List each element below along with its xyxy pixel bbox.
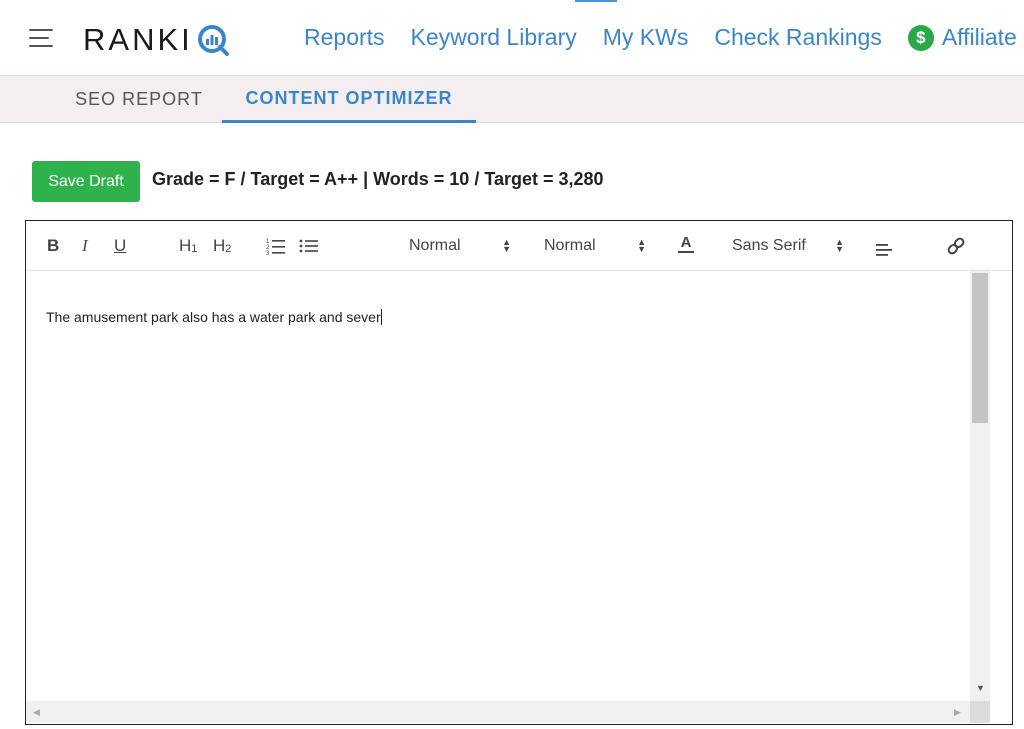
font-select[interactable]: Sans Serif ▲ ▼ <box>732 235 844 257</box>
nav-affiliate-link[interactable]: $ Affiliate <box>907 24 1017 51</box>
text-cursor <box>380 309 382 325</box>
font-select-value: Sans Serif <box>732 237 806 254</box>
tab-seo-report[interactable]: SEO REPORT <box>56 76 222 123</box>
content-editor: B I U H1 H2 1 2 3 Normal ▲ ▼ Normal ▲ ▼ … <box>25 220 1013 725</box>
link-icon[interactable] <box>946 235 966 257</box>
scroll-left-icon[interactable]: ◀ <box>33 707 40 718</box>
chevron-updown-icon: ▲ ▼ <box>835 237 844 254</box>
bold-button[interactable]: B <box>47 235 59 257</box>
tab-content-optimizer[interactable]: CONTENT OPTIMIZER <box>222 76 476 123</box>
text-color-underline <box>678 251 694 253</box>
size-select[interactable]: Normal ▲ ▼ <box>409 235 511 257</box>
nav-keyword-library-link[interactable]: Keyword Library <box>411 24 577 51</box>
affiliate-label: Affiliate <box>941 24 1017 50</box>
italic-button[interactable]: I <box>82 235 88 257</box>
nav-check-rankings-link[interactable]: Check Rankings <box>714 24 881 51</box>
header-select-value: Normal <box>544 237 596 254</box>
text-color-icon[interactable]: A <box>678 235 694 257</box>
scroll-right-icon[interactable]: ▶ <box>954 707 961 718</box>
dollar-icon: $ <box>907 24 934 51</box>
chevron-updown-icon: ▲ ▼ <box>502 237 511 254</box>
nav-my-kws-link[interactable]: My KWs <box>603 24 689 51</box>
bullet-list-icon[interactable] <box>299 235 319 257</box>
editor-text: The amusement park also has a water park… <box>46 309 381 325</box>
horizontal-scrollbar[interactable] <box>26 701 970 723</box>
size-select-value: Normal <box>409 237 461 254</box>
logo-text: RANKI <box>83 22 193 57</box>
grade-word-status: Grade = F / Target = A++ | Words = 10 / … <box>152 169 604 189</box>
underline-button[interactable]: U <box>114 235 126 257</box>
heading-1-button[interactable]: H1 <box>179 235 197 257</box>
editor-toolbar: B I U H1 H2 1 2 3 Normal ▲ ▼ Normal ▲ ▼ … <box>26 221 1012 271</box>
scrollbar-corner <box>970 701 990 723</box>
ordered-list-icon[interactable]: 1 2 3 <box>266 235 286 257</box>
vertical-scroll-thumb[interactable] <box>972 273 988 423</box>
save-draft-button[interactable]: Save Draft <box>32 161 140 202</box>
h2-sub: 2 <box>225 243 232 255</box>
top-navigation: RANKI Reports Keyword Library My KWs Che… <box>0 0 1024 76</box>
heading-2-button[interactable]: H2 <box>213 235 231 257</box>
hamburger-icon[interactable] <box>29 29 53 47</box>
header-select[interactable]: Normal ▲ ▼ <box>544 235 646 257</box>
chevron-updown-icon: ▲ ▼ <box>637 237 646 254</box>
h1-main: H <box>179 236 192 255</box>
rankiq-q-icon <box>196 23 230 57</box>
svg-text:3: 3 <box>266 251 270 255</box>
main-nav-links: Reports Keyword Library My KWs Check Ran… <box>304 24 1024 51</box>
nav-reports-link[interactable]: Reports <box>304 24 385 51</box>
text-color-glyph: A <box>680 234 692 251</box>
editor-text-area[interactable]: The amusement park also has a water park… <box>46 309 382 325</box>
h2-main: H <box>213 236 226 255</box>
align-icon[interactable] <box>876 239 894 261</box>
h1-sub: 1 <box>191 243 198 255</box>
scroll-down-icon[interactable]: ▼ <box>976 683 985 693</box>
report-tabs-bar: SEO REPORT CONTENT OPTIMIZER <box>0 76 1024 123</box>
nav-accent-line <box>575 0 617 2</box>
rankiq-logo[interactable]: RANKI <box>83 22 230 58</box>
